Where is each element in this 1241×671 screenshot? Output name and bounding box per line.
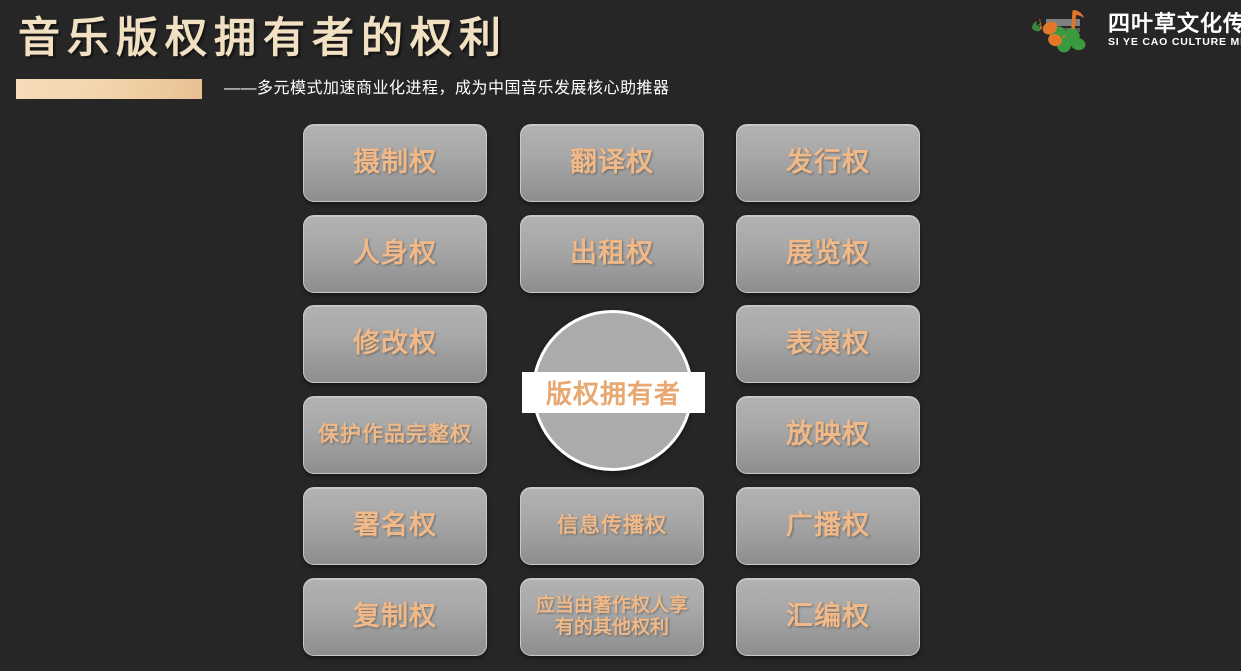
tile-ren-shen-quan[interactable]: 人身权 xyxy=(303,215,487,293)
tile-fu-zhi-quan[interactable]: 复制权 xyxy=(303,578,487,656)
tile-fa-xing-quan[interactable]: 发行权 xyxy=(736,124,920,202)
tile-fang-ying-quan[interactable]: 放映权 xyxy=(736,396,920,474)
tile-xin-xi-chuan-bo-quan[interactable]: 信息传播权 xyxy=(520,487,704,565)
tile-hui-bian-quan[interactable]: 汇编权 xyxy=(736,578,920,656)
tile-xiu-gai-quan[interactable]: 修改权 xyxy=(303,305,487,383)
tile-she-zhi-quan[interactable]: 摄制权 xyxy=(303,124,487,202)
slide-root: 音乐版权拥有者的权利 ——多元模式加速商业化进程，成为中国音乐发展核心助推器 四… xyxy=(0,0,1241,671)
rights-grid: 摄制权 人身权 修改权 保护作品完整权 署名权 复制权 翻译权 出租权 信息传播… xyxy=(0,0,1241,671)
center-label-text: 版权拥有者 xyxy=(545,379,681,409)
tile-shu-ming-quan[interactable]: 署名权 xyxy=(303,487,487,565)
tile-chu-zu-quan[interactable]: 出租权 xyxy=(520,215,704,293)
tile-biao-yan-quan[interactable]: 表演权 xyxy=(736,305,920,383)
tile-qi-ta-quan-li[interactable]: 应当由著作权人享有的其他权利 xyxy=(520,578,704,656)
tile-bao-hu-zuo-pin-wan-zheng-quan[interactable]: 保护作品完整权 xyxy=(303,396,487,474)
tile-zhan-lan-quan[interactable]: 展览权 xyxy=(736,215,920,293)
tile-fan-yi-quan[interactable]: 翻译权 xyxy=(520,124,704,202)
center-label-band: 版权拥有者 xyxy=(522,372,705,413)
tile-guang-bo-quan[interactable]: 广播权 xyxy=(736,487,920,565)
